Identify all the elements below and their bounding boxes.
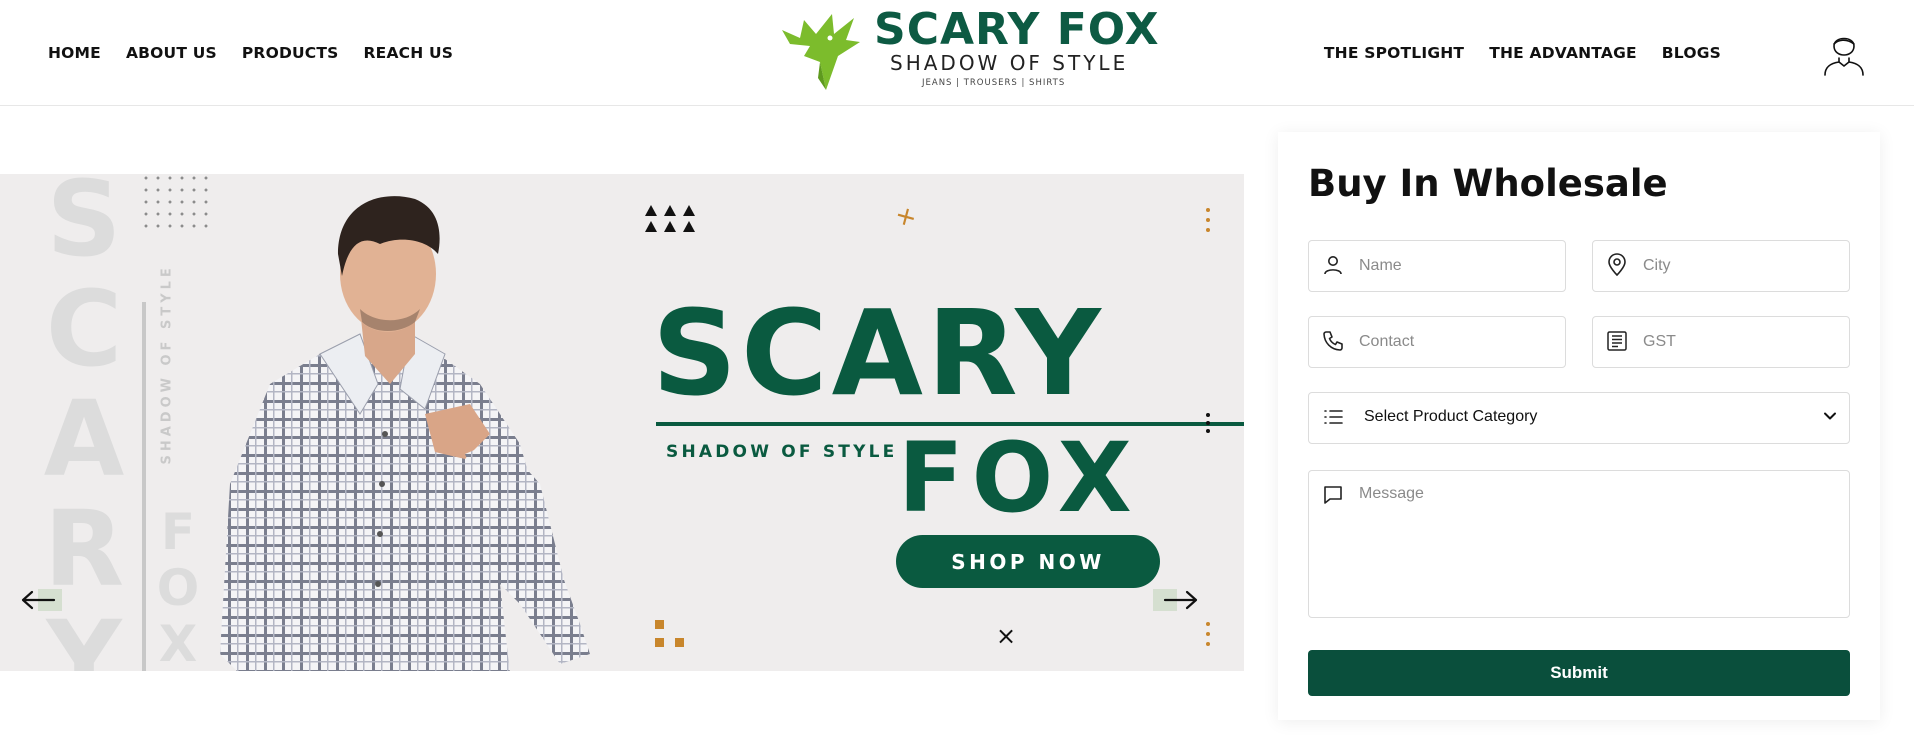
gst-field-wrapper — [1592, 316, 1850, 368]
city-field-wrapper — [1592, 240, 1850, 292]
city-input[interactable] — [1593, 241, 1849, 291]
contact-input[interactable] — [1309, 317, 1565, 367]
fox-logo-icon — [782, 14, 860, 90]
product-category-select[interactable]: Select Product Category — [1308, 392, 1850, 444]
person-icon — [1324, 256, 1342, 275]
logo-title: SCARY FOX — [874, 4, 1160, 55]
name-field-wrapper — [1308, 240, 1566, 292]
prev-slide-button[interactable] — [20, 577, 62, 623]
category-selected-value: Select Product Category — [1364, 408, 1538, 425]
kebab-dots-decoration — [1205, 208, 1211, 236]
banner-title-second: FOX — [898, 422, 1140, 534]
message-input[interactable] — [1359, 485, 1879, 605]
dots-pattern — [140, 174, 212, 236]
nav-reach-us[interactable]: REACH US — [364, 44, 454, 62]
arrow-right-icon — [1163, 590, 1198, 610]
brand-logo[interactable]: SCARY FOX SHADOW OF STYLE JEANS | TROUSE… — [780, 4, 1159, 92]
kebab-dots-dark — [1205, 413, 1211, 437]
list-icon — [1324, 410, 1343, 424]
model-image — [220, 196, 590, 671]
message-field-wrapper — [1308, 470, 1879, 618]
next-slide-button[interactable] — [1153, 577, 1199, 623]
user-icon[interactable] — [1822, 28, 1866, 76]
chevron-down-icon — [1824, 412, 1836, 420]
map-pin-icon — [1608, 253, 1626, 277]
logo-tagline: JEANS | TROUSERS | SHIRTS — [922, 78, 1066, 88]
site-header: HOME ABOUT US PRODUCTS REACH US SCARY FO… — [0, 0, 1914, 106]
primary-nav: HOME ABOUT US PRODUCTS REACH US — [48, 44, 453, 62]
banner-vertical-text: SHADOW OF STYLE — [159, 264, 175, 465]
banner-title-sub: SHADOW OF STYLE — [666, 442, 898, 462]
name-input[interactable] — [1309, 241, 1565, 291]
hero-banner[interactable]: S C A R Y SHADOW OF STYLE F O X + × SCAR… — [0, 174, 1244, 671]
form-title: Buy In Wholesale — [1308, 162, 1668, 205]
wholesale-form-card: Buy In Wholesale Select Product Category — [1278, 132, 1880, 720]
secondary-nav: THE SPOTLIGHT THE ADVANTAGE BLOGS — [1324, 44, 1721, 62]
triangles-decoration — [645, 205, 695, 232]
gst-input[interactable] — [1593, 317, 1849, 367]
nav-about-us[interactable]: ABOUT US — [126, 44, 217, 62]
nav-the-spotlight[interactable]: THE SPOTLIGHT — [1324, 44, 1464, 62]
nav-products[interactable]: PRODUCTS — [242, 44, 339, 62]
phone-icon — [1323, 331, 1343, 351]
shop-now-button[interactable]: SHOP NOW — [896, 535, 1160, 588]
nav-home[interactable]: HOME — [48, 44, 101, 62]
arrow-left-icon — [21, 590, 56, 610]
vertical-divider — [142, 302, 146, 671]
message-icon — [1324, 486, 1342, 504]
banner-bg-word-fox: F O X — [156, 503, 200, 671]
submit-button[interactable]: Submit — [1308, 650, 1850, 696]
squares-decoration — [655, 620, 684, 647]
receipt-icon — [1607, 331, 1627, 351]
x-decoration: × — [996, 622, 1017, 650]
kebab-dots-decoration-bottom — [1205, 622, 1211, 650]
banner-title-main: SCARY — [652, 284, 1105, 422]
nav-blogs[interactable]: BLOGS — [1662, 44, 1721, 62]
plus-decoration: + — [891, 199, 921, 235]
nav-the-advantage[interactable]: THE ADVANTAGE — [1489, 44, 1637, 62]
contact-field-wrapper — [1308, 316, 1566, 368]
logo-subtitle: SHADOW OF STYLE — [890, 51, 1129, 75]
